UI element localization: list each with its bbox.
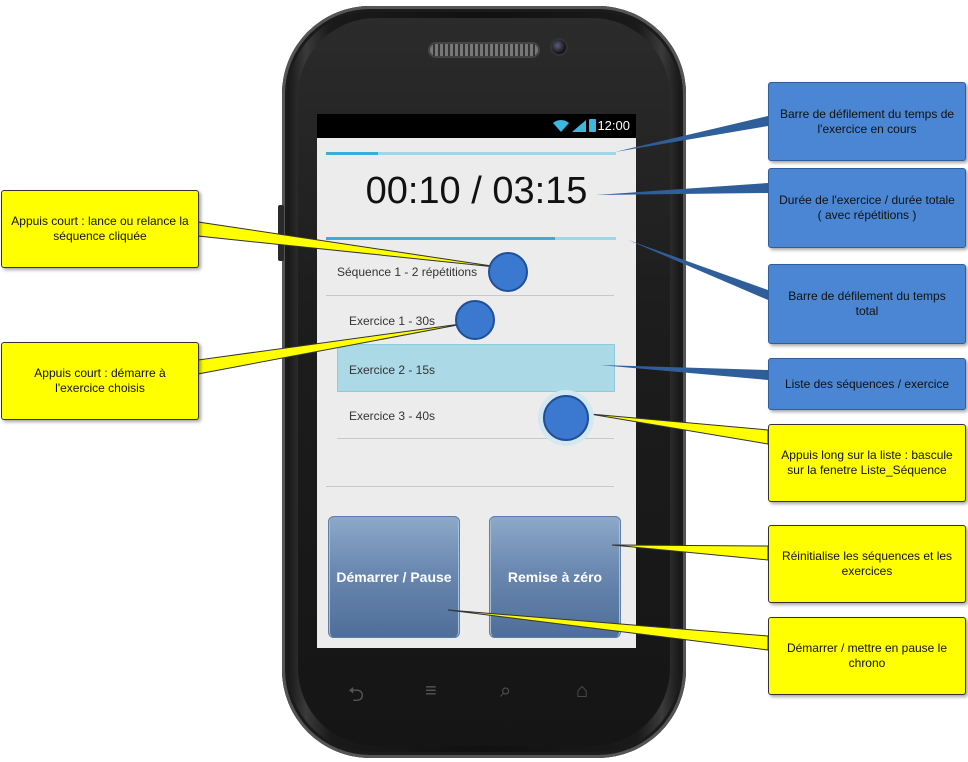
- connector-reset: [611, 544, 769, 561]
- callout-long-press: Appuis long sur la liste : bascule sur l…: [768, 424, 966, 502]
- touch-point-long-press: [543, 395, 589, 441]
- connector-short-sequence: [197, 221, 506, 269]
- callout-reset: Réinitialise les séquences et les exerci…: [768, 525, 966, 603]
- callout-short-press-exercise: Appuis court : démarre à l'exercice choi…: [1, 342, 199, 420]
- connector-total-bar: [628, 240, 768, 300]
- connector-start-pause: [447, 609, 769, 651]
- callout-durations: Durée de l'exercice / durée totale ( ave…: [768, 168, 966, 248]
- callout-exercise-bar: Barre de défilement du temps de l'exerci…: [768, 82, 966, 161]
- touch-point-exercise: [455, 300, 495, 340]
- callout-total-bar: Barre de défilement du temps total: [768, 264, 966, 344]
- connector-exercise-bar: [615, 116, 768, 152]
- touch-point-sequence: [488, 252, 528, 292]
- callout-short-press-sequence: Appuis court : lance ou relance la séque…: [1, 190, 199, 268]
- callout-list: Liste des séquences / exercice: [768, 358, 966, 410]
- callout-start-pause: Démarrer / mettre en pause le chrono: [768, 617, 966, 695]
- connector-durations: [596, 183, 768, 195]
- connector-short-exercise: [197, 322, 469, 375]
- connector-list: [600, 365, 768, 380]
- connector-long-press: [589, 413, 769, 445]
